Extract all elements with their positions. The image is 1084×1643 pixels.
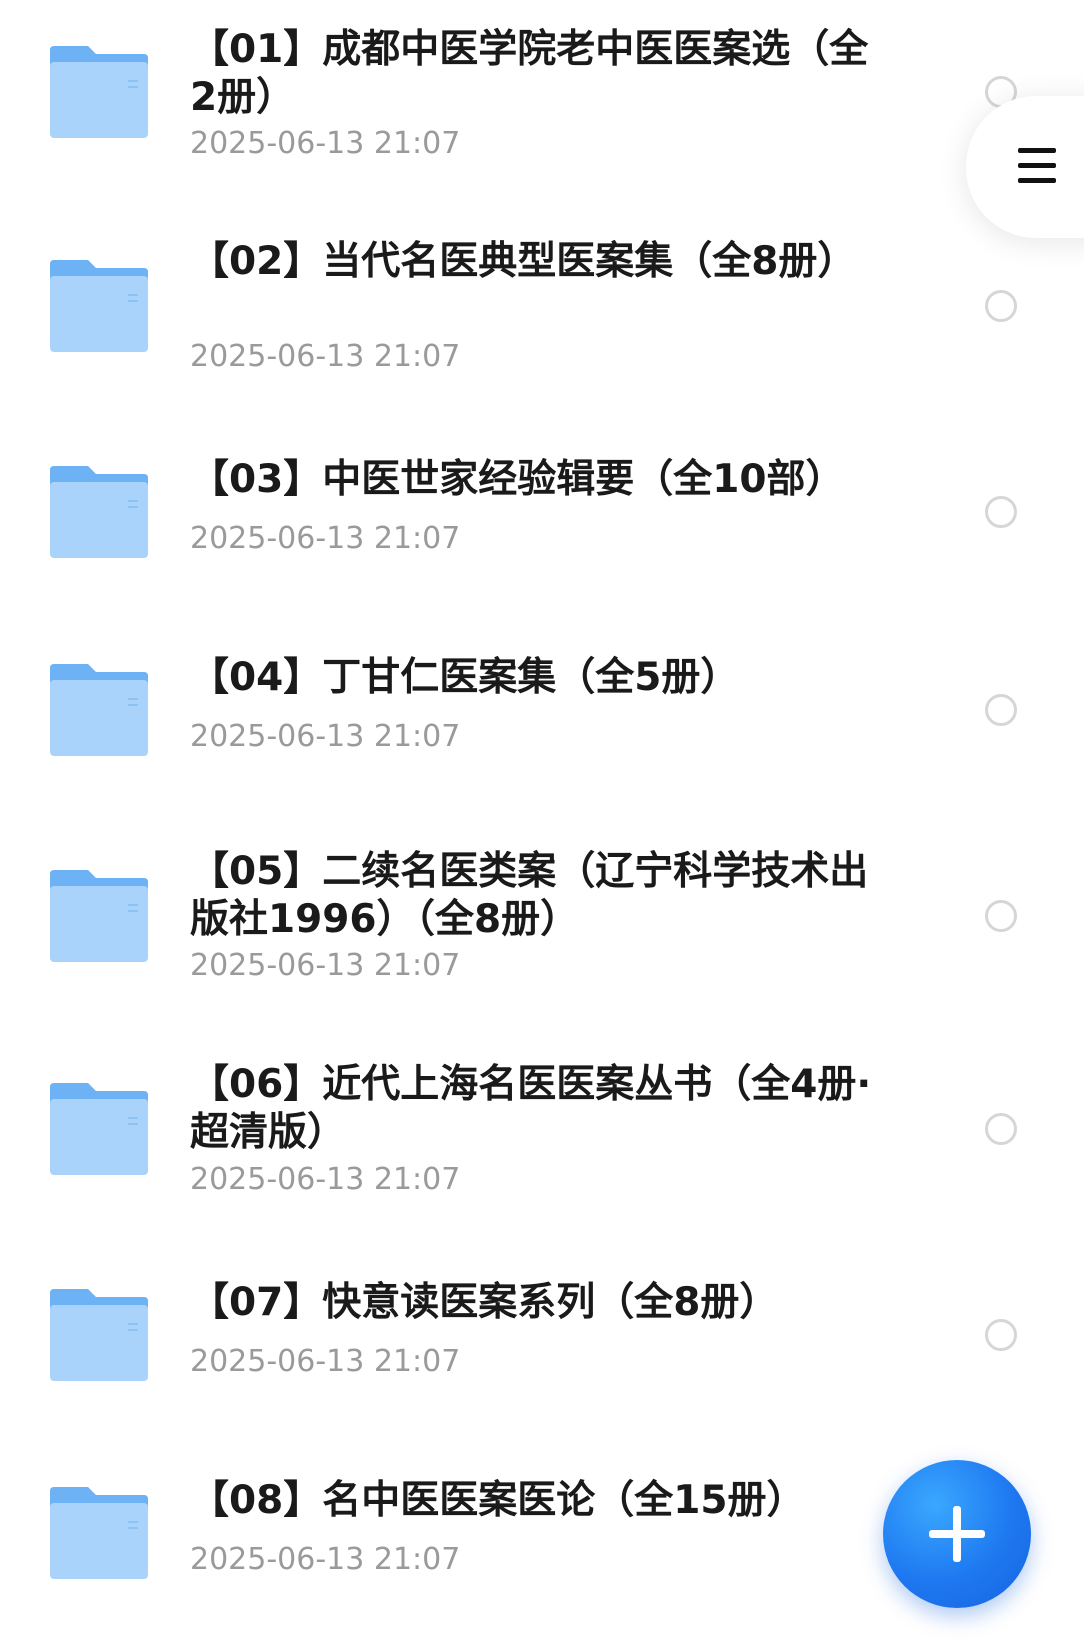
add-button[interactable] — [883, 1460, 1031, 1608]
folder-icon — [50, 1487, 148, 1579]
file-name[interactable]: 【07】快意读医案系列（全8册） — [190, 1279, 880, 1327]
file-date: 2025-06-13 21:07 — [190, 339, 461, 374]
file-date: 2025-06-13 21:07 — [190, 521, 461, 556]
file-date: 2025-06-13 21:07 — [190, 126, 461, 161]
folder-icon — [50, 1083, 148, 1175]
select-radio[interactable] — [985, 694, 1017, 726]
folder-icon — [50, 1289, 148, 1381]
file-date: 2025-06-13 21:07 — [190, 1162, 461, 1197]
file-date: 2025-06-13 21:07 — [190, 719, 461, 754]
folder-icon — [50, 664, 148, 756]
hamburger-menu-icon — [1018, 148, 1056, 183]
plus-icon — [929, 1506, 985, 1562]
file-date: 2025-06-13 21:07 — [190, 948, 461, 983]
select-radio[interactable] — [985, 1319, 1017, 1351]
file-name[interactable]: 【08】名中医医案医论（全15册） — [190, 1477, 880, 1525]
select-radio[interactable] — [985, 290, 1017, 322]
file-name[interactable]: 【03】中医世家经验辑要（全10部） — [190, 456, 880, 504]
select-radio[interactable] — [985, 900, 1017, 932]
folder-icon — [50, 870, 148, 962]
file-name[interactable]: 【06】近代上海名医医案丛书（全4册·超清版） — [190, 1061, 880, 1157]
file-name[interactable]: 【01】成都中医学院老中医医案选（全2册） — [190, 26, 880, 122]
file-name[interactable]: 【02】当代名医典型医案集（全8册） — [190, 238, 880, 286]
file-name[interactable]: 【04】丁甘仁医案集（全5册） — [190, 654, 880, 702]
file-date: 2025-06-13 21:07 — [190, 1344, 461, 1379]
folder-icon — [50, 466, 148, 558]
folder-icon — [50, 260, 148, 352]
side-menu-button[interactable] — [966, 96, 1084, 238]
file-name[interactable]: 【05】二续名医类案（辽宁科学技术出版社1996）（全8册） — [190, 848, 880, 944]
select-radio[interactable] — [985, 1113, 1017, 1145]
file-date: 2025-06-13 21:07 — [190, 1542, 461, 1577]
select-radio[interactable] — [985, 496, 1017, 528]
folder-icon — [50, 46, 148, 138]
